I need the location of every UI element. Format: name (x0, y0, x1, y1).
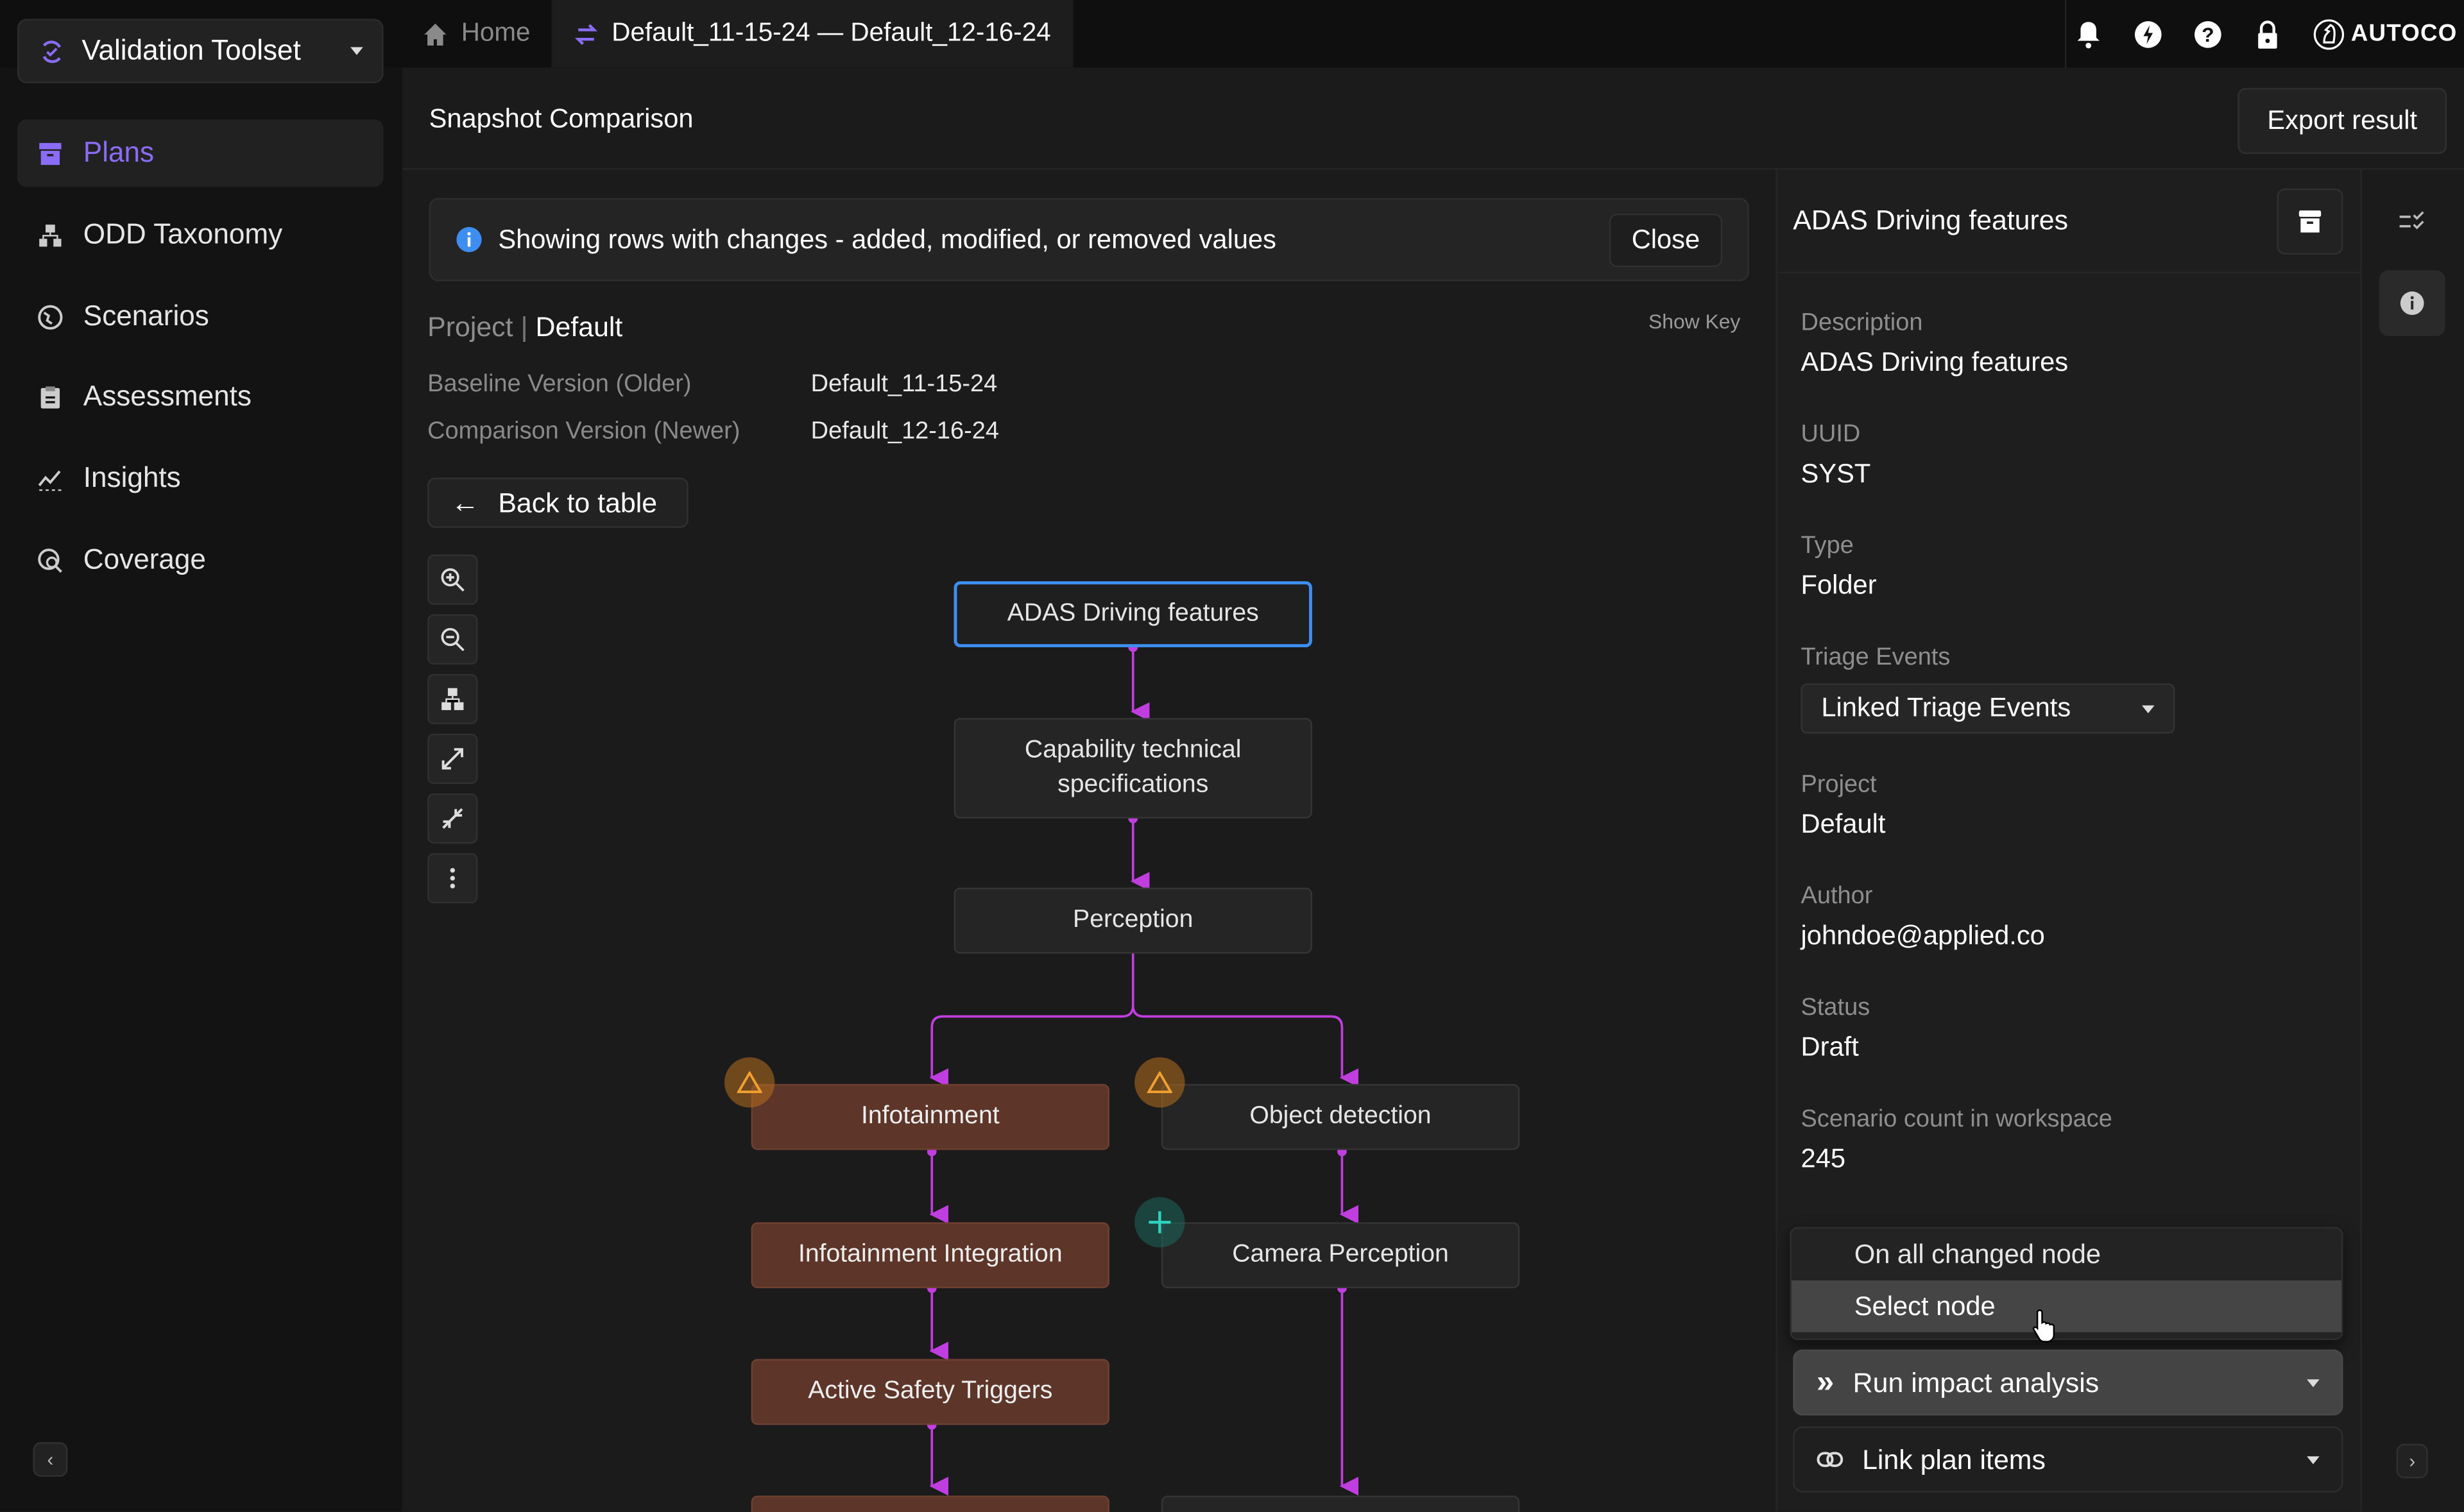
triage-dropdown-label: Linked Triage Events (1821, 693, 2071, 723)
added-badge (1134, 1197, 1185, 1248)
field-triage-events: Triage Events (1801, 644, 1951, 671)
info-icon (2400, 291, 2424, 316)
graph-node-infotainment-integration[interactable]: Infotainment Integration (751, 1222, 1109, 1289)
run-impact-label: Run impact analysis (1852, 1366, 2100, 1398)
right-icon-strip (2360, 169, 2464, 1511)
warning-triangle-icon (1147, 1071, 1172, 1094)
field-type: Type Folder (1801, 532, 1877, 600)
panel-title: ADAS Driving features (1793, 204, 2069, 236)
checklist-icon[interactable] (2398, 210, 2426, 232)
expand-panel-button[interactable]: › (2396, 1443, 2428, 1479)
plus-icon (1149, 1211, 1171, 1234)
graph-node-adas[interactable]: ADAS Driving features (954, 581, 1312, 647)
field-scenario-count: Scenario count in workspace 245 (1801, 1106, 2112, 1174)
graph-node-object-detection[interactable]: Object detection (1161, 1083, 1520, 1150)
graph-node-partial[interactable] (751, 1495, 1109, 1512)
impact-analysis-menu: On all changed node Select node (1790, 1227, 2343, 1340)
field-status: Status Draft (1801, 994, 1870, 1062)
modified-warning-badge (724, 1057, 775, 1108)
bolt-icon[interactable] (2134, 20, 2162, 48)
bell-icon[interactable] (2075, 20, 2103, 48)
chevron-down-icon (2141, 704, 2155, 713)
field-author: Author johndoe@applied.co (1801, 883, 2045, 951)
chevron-down-icon (2307, 1378, 2320, 1387)
svg-text:?: ? (2202, 22, 2214, 46)
link-icon (1817, 1452, 1844, 1467)
info-panel-button[interactable] (2379, 270, 2445, 337)
chevron-right-icon: › (2409, 1450, 2416, 1472)
modified-warning-badge (1134, 1057, 1185, 1108)
graph-node-capability[interactable]: Capability technical specifications (954, 718, 1312, 819)
knight-logo-icon (2313, 19, 2345, 49)
help-icon[interactable]: ? (2194, 20, 2222, 48)
link-plan-label: Link plan items (1862, 1443, 2046, 1475)
chevron-down-icon (2307, 1455, 2320, 1464)
run-impact-analysis-button[interactable]: » Run impact analysis (1793, 1349, 2343, 1416)
graph-node-partial[interactable] (1161, 1495, 1520, 1512)
graph-node-perception[interactable]: Perception (954, 887, 1312, 954)
divider (1775, 271, 2361, 274)
archive-icon (2298, 210, 2322, 233)
edge (929, 953, 1134, 1087)
warning-triangle-icon (737, 1071, 762, 1094)
graph-node-camera-perception[interactable]: Camera Perception (1161, 1222, 1520, 1289)
field-project: Project Default (1801, 771, 1886, 839)
field-description: Description ADAS Driving features (1801, 309, 2069, 377)
top-icons: ? AUTOCO (2064, 0, 2458, 68)
field-uuid: UUID SYST (1801, 421, 1871, 489)
hand-cursor-icon (2032, 1309, 2055, 1343)
menu-item-select-node[interactable]: Select node (1791, 1280, 2342, 1332)
graph-node-infotainment[interactable]: Infotainment (751, 1083, 1109, 1150)
double-chevron-right-icon: » (1817, 1364, 1835, 1399)
brand-name: AUTOCO (2350, 20, 2458, 47)
linked-triage-events-dropdown[interactable]: Linked Triage Events (1801, 683, 2175, 734)
brand-logo: AUTOCO (2313, 18, 2458, 49)
graph-node-active-safety[interactable]: Active Safety Triggers (751, 1359, 1109, 1425)
divider (2064, 0, 2067, 68)
archive-button[interactable] (2277, 188, 2343, 255)
export-result-button[interactable]: Export result (2237, 88, 2447, 155)
menu-item-all-changed[interactable]: On all changed node (1792, 1228, 2341, 1280)
link-plan-items-button[interactable]: Link plan items (1793, 1426, 2343, 1493)
lock-icon[interactable] (2254, 19, 2282, 48)
